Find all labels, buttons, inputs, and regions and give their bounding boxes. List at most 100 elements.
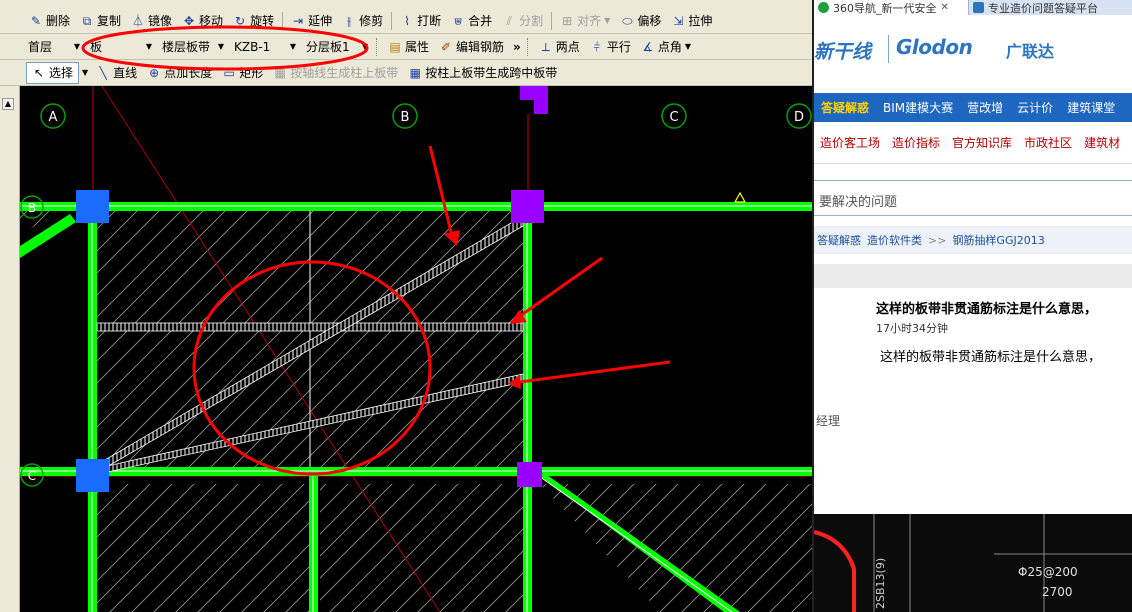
site-logo-partial[interactable]: 新干线 — [814, 37, 871, 64]
chevron-down-icon: ▼ — [289, 42, 296, 51]
break-button[interactable]: ⌇ 打断 — [395, 10, 446, 32]
left-side-panel: ✕ ▲ — [0, 0, 20, 612]
component-name-select[interactable]: KZB-1 ▼ — [230, 36, 300, 57]
preview-rebar-label: Φ25@200 — [1018, 565, 1078, 579]
point-angle-dropdown[interactable]: ∡ 点角 ▼ — [636, 36, 696, 58]
chevron-down-icon: ▼ — [145, 42, 152, 51]
browser-tab-glodon[interactable]: 专业造价问题答疑平台 — [969, 0, 1132, 15]
svg-text:A: A — [49, 110, 58, 125]
offset-icon: ⬭ — [622, 13, 633, 28]
tab-close-icon[interactable]: ✕ — [941, 2, 949, 13]
delete-button[interactable]: ✎ 删除 — [24, 10, 75, 32]
nav-item-classroom[interactable]: 建筑课堂 — [1060, 99, 1122, 116]
subnav-item-municipal[interactable]: 市政社区 — [1018, 134, 1078, 151]
trim-button[interactable]: ⫲ 修剪 — [337, 10, 388, 32]
line-button[interactable]: ╲ 直线 — [91, 62, 142, 84]
subnav-item-materials[interactable]: 建筑材 — [1078, 134, 1126, 151]
edit-rebar-button[interactable]: ✐ 编辑钢筋 — [434, 36, 509, 58]
user-role-label: 经理 — [816, 414, 841, 428]
breadcrumb-separator-icon: >> — [928, 233, 947, 247]
copy-icon: ⧉ — [82, 13, 92, 28]
glodon-logo-cn[interactable]: 广联达 — [1006, 38, 1054, 62]
breadcrumb-item[interactable]: 答疑解惑 — [814, 232, 864, 248]
layer-select[interactable]: 分层板1 ▼ — [302, 36, 372, 57]
rectangle-button[interactable]: ▭ 矩形 — [217, 62, 268, 84]
question-attachment-image[interactable]: 2SB13(9) Φ25@200 2700 — [814, 514, 1132, 612]
component-type-select[interactable]: 楼层板带 ▼ — [158, 36, 228, 57]
question-title[interactable]: 这样的板带非贯通筋标注是什么意思， — [876, 298, 1097, 317]
toolbar-overflow-icon[interactable]: » — [509, 40, 525, 54]
align-dropdown[interactable]: ⊞ 对齐 ▼ — [555, 10, 615, 32]
svg-text:D: D — [794, 110, 804, 125]
slab-region — [320, 484, 530, 612]
align-icon: ⊞ — [562, 13, 573, 28]
toolbar-separator — [282, 11, 284, 30]
gen-by-column-button[interactable]: ▦ 按柱上板带生成跨中板带 — [403, 62, 562, 84]
gen-by-axis-button[interactable]: ▦ 按轴线生成柱上板带 — [268, 62, 403, 84]
breadcrumb-item[interactable]: 造价软件类 — [864, 232, 925, 248]
subnav-item-workshop[interactable]: 造价客工场 — [814, 134, 886, 151]
select-button[interactable]: ↖ 选择 — [26, 61, 80, 84]
column-blue[interactable] — [76, 459, 109, 492]
chevron-down-icon: ▼ — [604, 16, 611, 25]
tab-favicon-icon — [818, 2, 829, 13]
cursor-icon: ↖ — [33, 65, 45, 80]
scroll-up-icon[interactable]: ▲ — [2, 98, 14, 110]
browser-tab-360[interactable]: 360导航_新一代安全 ✕ — [814, 0, 969, 15]
edit-toolbar: ✎ 删除 ⧉ 复制 ⏃ 镜像 ✥ 移动 ↻ 旋转 ⇥ 延伸 ⫲ 修剪 ⌇ 打断 ⩐ 合并 ⫽ 分割 … — [0, 0, 812, 34]
two-points-button[interactable]: ⟂ 两点 — [534, 36, 585, 58]
subnav-item-index[interactable]: 造价指标 — [886, 134, 946, 151]
column-blue[interactable] — [76, 190, 109, 223]
nav-item-vat[interactable]: 营改增 — [960, 99, 1010, 116]
rotate-button[interactable]: ↻ 旋转 — [228, 10, 279, 32]
stretch-button[interactable]: ⇲ 拉伸 — [666, 10, 717, 32]
subnav-item-knowledge[interactable]: 官方知识库 — [946, 134, 1018, 151]
parallel-button[interactable]: ⫩ 平行 — [585, 36, 636, 58]
glodon-logo[interactable]: Glodon — [896, 35, 973, 59]
extend-button[interactable]: ⇥ 延伸 — [286, 10, 337, 32]
triangle-marker-icon — [733, 191, 747, 203]
category-select[interactable]: 板 ▼ — [86, 36, 156, 57]
question-body: 这样的板带非贯通筋标注是什么意思， — [880, 350, 1102, 365]
axis-bubble-top-a: A — [40, 103, 66, 129]
column-purple[interactable] — [511, 190, 544, 223]
svg-text:B: B — [28, 201, 36, 215]
merge-icon: ⩐ — [454, 13, 463, 28]
mirror-button[interactable]: ⏃ 镜像 — [126, 10, 177, 32]
browser-window: 360导航_新一代安全 ✕ 专业造价问题答疑平台 新干线 Glodon 广联达 … — [812, 0, 1132, 612]
rotate-icon: ↻ — [235, 13, 246, 28]
sub-nav: 造价客工场 造价指标 官方知识库 市政社区 建筑材 — [814, 122, 1132, 164]
preview-length-label: 2700 — [1042, 585, 1073, 599]
split-button[interactable]: ⫽ 分割 — [497, 10, 548, 32]
line-icon: ╲ — [99, 65, 107, 80]
toolbar-grip — [376, 37, 379, 56]
move-button[interactable]: ✥ 移动 — [177, 10, 228, 32]
nav-item-bim[interactable]: BIM建模大赛 — [876, 99, 960, 116]
properties-button[interactable]: ▤ 属性 — [383, 36, 434, 58]
toolbar-grip — [526, 37, 530, 56]
logo-divider — [888, 35, 889, 63]
mirror-icon: ⏃ — [132, 13, 145, 28]
chevron-down-icon[interactable]: ▼ — [79, 68, 91, 77]
nav-item-qa[interactable]: 答疑解惑 — [814, 99, 876, 116]
point-add-length-button[interactable]: ⊕ 点加长度 — [142, 62, 217, 84]
stretch-icon: ⇲ — [673, 13, 684, 28]
offset-button[interactable]: ⬭ 偏移 — [615, 10, 666, 32]
main-nav: 答疑解惑 BIM建模大赛 营改增 云计价 建筑课堂 — [814, 93, 1132, 122]
toolbar-separator — [551, 11, 553, 30]
move-icon: ✥ — [184, 13, 195, 28]
merge-button[interactable]: ⩐ 合并 — [446, 10, 497, 32]
question-timestamp: 17小时34分钟 — [876, 322, 948, 335]
breadcrumb-item[interactable]: 钢筋抽样GGJ2013 — [949, 232, 1047, 248]
axis-bubble-top-b: B — [392, 103, 418, 129]
generate-icon: ▦ — [409, 65, 421, 80]
break-icon: ⌇ — [404, 13, 411, 28]
search-input[interactable]: 要解决的问题 — [814, 180, 1132, 216]
site-header: 新干线 Glodon 广联达 — [814, 15, 1132, 93]
svg-text:C: C — [28, 469, 36, 483]
drawing-canvas[interactable]: A B C D B C — [20, 86, 812, 612]
column-purple[interactable] — [517, 462, 542, 487]
nav-item-cloud-pricing[interactable]: 云计价 — [1010, 99, 1060, 116]
copy-button[interactable]: ⧉ 复制 — [75, 10, 126, 32]
floor-select[interactable]: 首层 ▼ — [24, 36, 84, 57]
